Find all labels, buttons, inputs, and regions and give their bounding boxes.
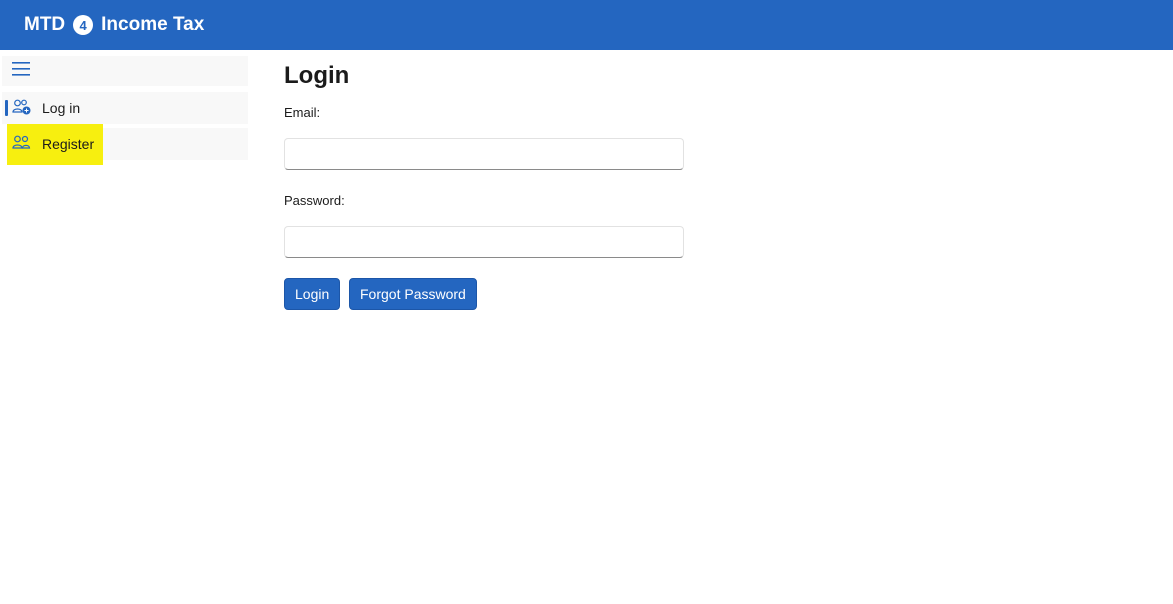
hamburger-icon [12, 61, 30, 81]
sidebar-item-login[interactable]: Log in [2, 92, 248, 124]
password-field[interactable] [284, 226, 684, 258]
brand-number-badge: 4 [73, 15, 94, 35]
sidebar: Log in Register [0, 50, 250, 604]
top-app-bar: MTD 4 Income Tax [0, 0, 1173, 50]
forgot-password-button[interactable]: Forgot Password [349, 278, 477, 310]
sidebar-item-label: Register [42, 136, 95, 152]
users-icon [12, 134, 32, 155]
brand-suffix: Income Tax [101, 14, 205, 35]
user-add-icon [12, 98, 32, 119]
email-label: Email: [284, 105, 321, 120]
login-button[interactable]: Login [284, 278, 341, 310]
email-field[interactable] [284, 138, 684, 170]
brand-prefix: MTD [24, 14, 66, 35]
menu-toggle-button[interactable] [2, 56, 248, 86]
page-title: Login [284, 62, 350, 89]
password-label: Password: [284, 193, 345, 208]
sidebar-item-label: Log in [42, 100, 81, 116]
nav-item-background [103, 128, 248, 160]
login-form: Login Email: Password: Login Forgot Pass… [284, 60, 704, 310]
active-indicator [5, 100, 8, 116]
